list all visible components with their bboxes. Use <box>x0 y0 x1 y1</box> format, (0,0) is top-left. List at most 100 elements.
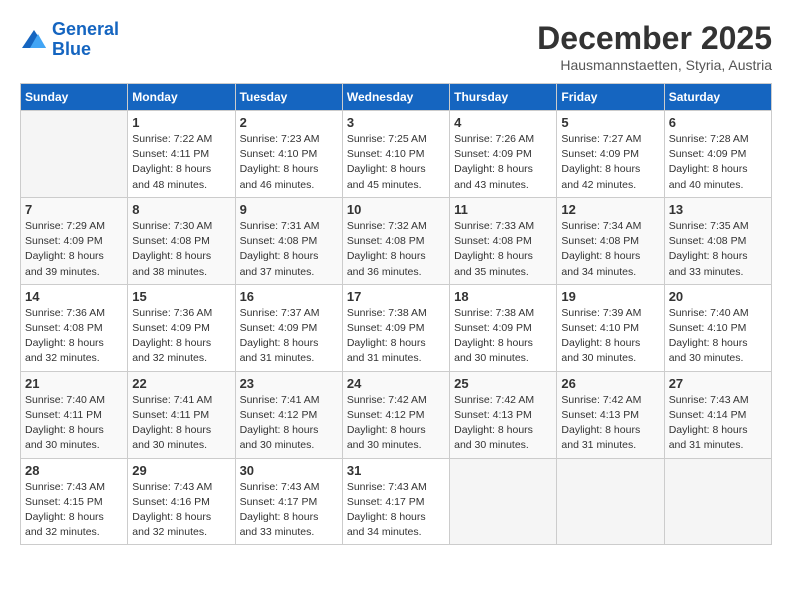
title-block: December 2025 Hausmannstaetten, Styria, … <box>537 20 772 73</box>
day-number: 22 <box>132 376 230 391</box>
day-info: Sunrise: 7:29 AMSunset: 4:09 PMDaylight:… <box>25 219 123 280</box>
day-info: Sunrise: 7:40 AMSunset: 4:11 PMDaylight:… <box>25 393 123 454</box>
day-info: Sunrise: 7:26 AMSunset: 4:09 PMDaylight:… <box>454 132 552 193</box>
day-number: 10 <box>347 202 445 217</box>
day-number: 20 <box>669 289 767 304</box>
day-info: Sunrise: 7:41 AMSunset: 4:12 PMDaylight:… <box>240 393 338 454</box>
day-number: 2 <box>240 115 338 130</box>
day-number: 28 <box>25 463 123 478</box>
calendar-cell: 5Sunrise: 7:27 AMSunset: 4:09 PMDaylight… <box>557 111 664 198</box>
day-number: 24 <box>347 376 445 391</box>
page-header: General Blue December 2025 Hausmannstaet… <box>20 20 772 73</box>
day-of-week-header: Sunday <box>21 84 128 111</box>
day-of-week-header: Monday <box>128 84 235 111</box>
calendar-cell: 14 Sunrise: 7:36 AMSunset: 4:08 PMDayligh… <box>21 284 128 371</box>
calendar-cell: 12 Sunrise: 7:34 AMSunset: 4:08 PMDayligh… <box>557 197 664 284</box>
calendar-cell: 17Sunrise: 7:38 AMSunset: 4:09 PMDayligh… <box>342 284 449 371</box>
day-number: 23 <box>240 376 338 391</box>
day-info: Sunrise: 7:43 AMSunset: 4:17 PMDaylight:… <box>240 480 338 541</box>
day-number: 16 <box>240 289 338 304</box>
calendar-cell: 2 Sunrise: 7:23 AMSunset: 4:10 PMDaylight… <box>235 111 342 198</box>
day-info: Sunrise: 7:23 AMSunset: 4:10 PMDaylight:… <box>240 132 338 193</box>
calendar-cell: 6 Sunrise: 7:28 AMSunset: 4:09 PMDaylight… <box>664 111 771 198</box>
day-number: 13 <box>669 202 767 217</box>
day-of-week-header: Tuesday <box>235 84 342 111</box>
day-info: Sunrise: 7:28 AMSunset: 4:09 PMDaylight:… <box>669 132 767 193</box>
calendar-cell: 25 Sunrise: 7:42 AMSunset: 4:13 PMDayligh… <box>450 371 557 458</box>
calendar-cell: 22 Sunrise: 7:41 AMSunset: 4:11 PMDayligh… <box>128 371 235 458</box>
calendar-cell <box>450 458 557 545</box>
logo-text: General Blue <box>52 20 119 60</box>
calendar-cell: 24 Sunrise: 7:42 AMSunset: 4:12 PMDayligh… <box>342 371 449 458</box>
day-info: Sunrise: 7:36 AMSunset: 4:08 PMDaylight:… <box>25 306 123 367</box>
day-info: Sunrise: 7:36 AMSunset: 4:09 PMDaylight:… <box>132 306 230 367</box>
calendar-week-row: 14 Sunrise: 7:36 AMSunset: 4:08 PMDayligh… <box>21 284 772 371</box>
day-number: 19 <box>561 289 659 304</box>
logo: General Blue <box>20 20 119 60</box>
calendar-cell: 27Sunrise: 7:43 AMSunset: 4:14 PMDayligh… <box>664 371 771 458</box>
calendar-cell: 31 Sunrise: 7:43 AMSunset: 4:17 PMDayligh… <box>342 458 449 545</box>
day-number: 30 <box>240 463 338 478</box>
day-info: Sunrise: 7:34 AMSunset: 4:08 PMDaylight:… <box>561 219 659 280</box>
calendar-cell: 26Sunrise: 7:42 AMSunset: 4:13 PMDayligh… <box>557 371 664 458</box>
day-info: Sunrise: 7:43 AMSunset: 4:14 PMDaylight:… <box>669 393 767 454</box>
calendar-cell: 29 Sunrise: 7:43 AMSunset: 4:16 PMDayligh… <box>128 458 235 545</box>
month-title: December 2025 <box>537 20 772 57</box>
calendar-cell: 9Sunrise: 7:31 AMSunset: 4:08 PMDaylight… <box>235 197 342 284</box>
day-number: 9 <box>240 202 338 217</box>
day-info: Sunrise: 7:22 AMSunset: 4:11 PMDaylight:… <box>132 132 230 193</box>
calendar-header-row: SundayMondayTuesdayWednesdayThursdayFrid… <box>21 84 772 111</box>
day-number: 31 <box>347 463 445 478</box>
calendar-cell: 16 Sunrise: 7:37 AMSunset: 4:09 PMDayligh… <box>235 284 342 371</box>
day-number: 15 <box>132 289 230 304</box>
day-info: Sunrise: 7:40 AMSunset: 4:10 PMDaylight:… <box>669 306 767 367</box>
calendar-cell: 13 Sunrise: 7:35 AMSunset: 4:08 PMDayligh… <box>664 197 771 284</box>
day-info: Sunrise: 7:25 AMSunset: 4:10 PMDaylight:… <box>347 132 445 193</box>
day-number: 12 <box>561 202 659 217</box>
day-number: 6 <box>669 115 767 130</box>
day-number: 29 <box>132 463 230 478</box>
day-info: Sunrise: 7:43 AMSunset: 4:16 PMDaylight:… <box>132 480 230 541</box>
day-info: Sunrise: 7:42 AMSunset: 4:13 PMDaylight:… <box>561 393 659 454</box>
calendar-cell <box>664 458 771 545</box>
calendar-table: SundayMondayTuesdayWednesdayThursdayFrid… <box>20 83 772 545</box>
calendar-cell: 3 Sunrise: 7:25 AMSunset: 4:10 PMDaylight… <box>342 111 449 198</box>
day-number: 18 <box>454 289 552 304</box>
calendar-cell: 28 Sunrise: 7:43 AMSunset: 4:15 PMDayligh… <box>21 458 128 545</box>
location-subtitle: Hausmannstaetten, Styria, Austria <box>537 57 772 73</box>
day-info: Sunrise: 7:39 AMSunset: 4:10 PMDaylight:… <box>561 306 659 367</box>
day-info: Sunrise: 7:42 AMSunset: 4:13 PMDaylight:… <box>454 393 552 454</box>
day-info: Sunrise: 7:41 AMSunset: 4:11 PMDaylight:… <box>132 393 230 454</box>
day-info: Sunrise: 7:42 AMSunset: 4:12 PMDaylight:… <box>347 393 445 454</box>
calendar-week-row: 1 Sunrise: 7:22 AMSunset: 4:11 PMDaylight… <box>21 111 772 198</box>
day-number: 11 <box>454 202 552 217</box>
calendar-cell: 21 Sunrise: 7:40 AMSunset: 4:11 PMDayligh… <box>21 371 128 458</box>
day-number: 5 <box>561 115 659 130</box>
day-info: Sunrise: 7:43 AMSunset: 4:17 PMDaylight:… <box>347 480 445 541</box>
day-number: 25 <box>454 376 552 391</box>
day-number: 4 <box>454 115 552 130</box>
calendar-cell: 20 Sunrise: 7:40 AMSunset: 4:10 PMDayligh… <box>664 284 771 371</box>
calendar-body: 1 Sunrise: 7:22 AMSunset: 4:11 PMDaylight… <box>21 111 772 545</box>
day-info: Sunrise: 7:38 AMSunset: 4:09 PMDaylight:… <box>347 306 445 367</box>
calendar-cell: 18 Sunrise: 7:38 AMSunset: 4:09 PMDayligh… <box>450 284 557 371</box>
day-info: Sunrise: 7:43 AMSunset: 4:15 PMDaylight:… <box>25 480 123 541</box>
day-of-week-header: Saturday <box>664 84 771 111</box>
day-info: Sunrise: 7:37 AMSunset: 4:09 PMDaylight:… <box>240 306 338 367</box>
day-info: Sunrise: 7:38 AMSunset: 4:09 PMDaylight:… <box>454 306 552 367</box>
calendar-cell <box>21 111 128 198</box>
calendar-cell: 1 Sunrise: 7:22 AMSunset: 4:11 PMDaylight… <box>128 111 235 198</box>
calendar-week-row: 7Sunrise: 7:29 AMSunset: 4:09 PMDaylight… <box>21 197 772 284</box>
calendar-cell: 11 Sunrise: 7:33 AMSunset: 4:08 PMDayligh… <box>450 197 557 284</box>
day-number: 21 <box>25 376 123 391</box>
day-info: Sunrise: 7:35 AMSunset: 4:08 PMDaylight:… <box>669 219 767 280</box>
day-info: Sunrise: 7:33 AMSunset: 4:08 PMDaylight:… <box>454 219 552 280</box>
calendar-cell: 23 Sunrise: 7:41 AMSunset: 4:12 PMDayligh… <box>235 371 342 458</box>
day-number: 1 <box>132 115 230 130</box>
calendar-cell: 15 Sunrise: 7:36 AMSunset: 4:09 PMDayligh… <box>128 284 235 371</box>
calendar-cell: 19 Sunrise: 7:39 AMSunset: 4:10 PMDayligh… <box>557 284 664 371</box>
day-number: 14 <box>25 289 123 304</box>
calendar-cell: 10Sunrise: 7:32 AMSunset: 4:08 PMDayligh… <box>342 197 449 284</box>
day-number: 3 <box>347 115 445 130</box>
logo-icon <box>20 26 48 54</box>
